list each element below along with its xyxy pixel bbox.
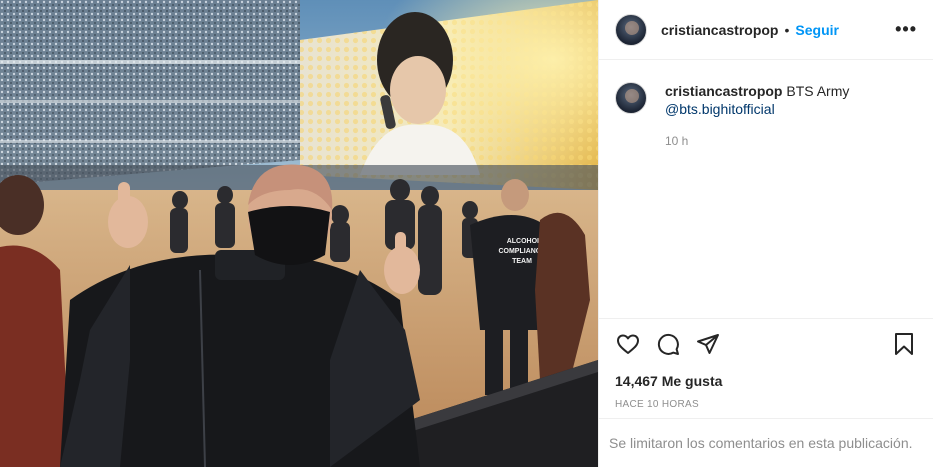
caption: cristiancastropop BTS Army @bts.bighitof… <box>599 60 933 150</box>
post-header: cristiancastropop • Seguir ••• <box>599 0 933 60</box>
bookmark-icon[interactable] <box>891 331 917 357</box>
concert-scene: ALCOHOL COMPLIANCE TEAM <box>0 0 598 467</box>
jacket-text-line-3: TEAM <box>512 258 532 265</box>
like-count[interactable]: 14,467 Me gusta <box>615 373 917 389</box>
comment-icon[interactable] <box>655 331 681 357</box>
instagram-post: ALCOHOL COMPLIANCE TEAM cristiancastropo… <box>0 0 933 467</box>
avatar[interactable] <box>615 13 647 46</box>
header-username[interactable]: cristiancastropop <box>661 22 778 38</box>
separator-dot: • <box>784 21 790 38</box>
more-options-icon[interactable]: ••• <box>895 19 917 40</box>
comments-disabled-notice: Se limitaron los comentarios en esta pub… <box>599 418 933 467</box>
post-details-panel: cristiancastropop • Seguir ••• cristianc… <box>598 0 933 467</box>
follow-button[interactable]: Seguir <box>795 22 839 38</box>
paper-plane-icon[interactable] <box>695 331 721 357</box>
caption-username[interactable]: cristiancastropop <box>665 83 782 99</box>
post-photo[interactable]: ALCOHOL COMPLIANCE TEAM <box>0 0 598 467</box>
post-timestamp: HACE 10 HORAS <box>615 399 699 410</box>
caption-mention-link[interactable]: @bts.bighitofficial <box>665 100 849 118</box>
caption-timestamp: 10 h <box>665 134 689 148</box>
caption-text: BTS Army <box>786 83 850 99</box>
heart-icon[interactable] <box>615 331 641 357</box>
action-icons <box>615 331 917 357</box>
caption-avatar[interactable] <box>615 82 647 114</box>
action-bar: 14,467 Me gusta HACE 10 HORAS <box>599 318 933 410</box>
caption-body: cristiancastropop BTS Army @bts.bighitof… <box>665 82 849 150</box>
jacket-text-line-1: ALCOHOL <box>507 238 542 245</box>
